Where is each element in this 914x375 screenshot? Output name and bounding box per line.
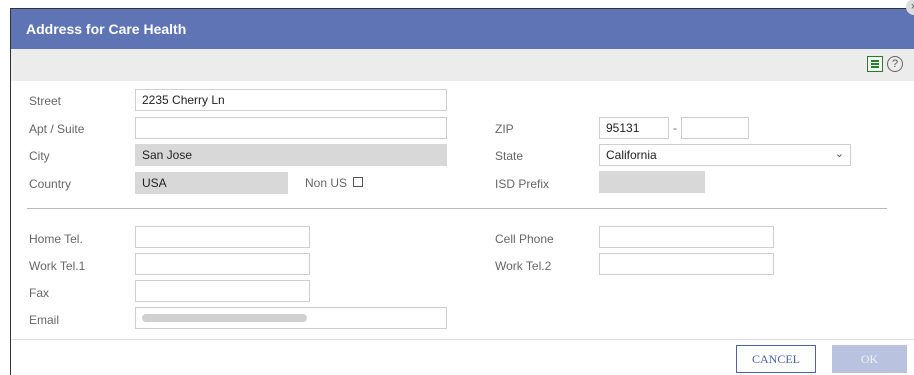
country-input: USA (135, 172, 288, 194)
isd-prefix-label: ISD Prefix (495, 177, 550, 191)
isd-prefix-input (599, 171, 705, 193)
home-tel-input[interactable] (135, 226, 310, 248)
dialog-header: Address for Care Health × (11, 0, 914, 49)
apt-suite-input[interactable] (135, 117, 447, 139)
zip-label: ZIP (495, 122, 514, 136)
zip-extension-input[interactable] (681, 117, 749, 139)
non-us-checkbox[interactable] (353, 177, 363, 187)
email-input[interactable] (135, 307, 447, 329)
redacted-email (142, 314, 307, 322)
city-label: City (29, 149, 50, 163)
apt-suite-label: Apt / Suite (29, 122, 85, 136)
dialog-title: Address for Care Health (26, 21, 187, 37)
chevron-down-icon: ⌄ (834, 148, 844, 160)
zip-input[interactable]: 95131 (599, 117, 669, 139)
dialog-toolbar: ? (11, 49, 914, 81)
work-tel1-input[interactable] (135, 253, 310, 275)
non-us-label: Non US (305, 176, 348, 190)
city-input: San Jose (135, 144, 447, 166)
zip-separator: - (673, 121, 677, 135)
work-tel1-label: Work Tel.1 (29, 259, 86, 273)
field-settings-icon[interactable] (867, 56, 883, 72)
section-divider (27, 208, 887, 209)
cancel-button[interactable]: CANCEL (736, 345, 816, 373)
state-select[interactable]: California ⌄ (599, 144, 851, 166)
address-dialog: Address for Care Health × ? Street 2235 … (10, 0, 914, 375)
close-icon[interactable]: × (906, 0, 914, 15)
email-label: Email (29, 313, 60, 327)
home-tel-label: Home Tel. (29, 232, 83, 246)
cell-phone-input[interactable] (599, 226, 774, 248)
fax-label: Fax (29, 286, 50, 300)
street-input[interactable]: 2235 Cherry Ln (135, 89, 447, 111)
fax-input[interactable] (135, 280, 310, 302)
cell-phone-label: Cell Phone (495, 232, 554, 246)
footer-divider (11, 339, 914, 340)
street-label: Street (29, 94, 62, 108)
work-tel2-input[interactable] (599, 253, 774, 275)
state-select-value: California (606, 148, 657, 162)
work-tel2-label: Work Tel.2 (495, 259, 552, 273)
country-label: Country (29, 177, 72, 191)
ok-button[interactable]: OK (832, 345, 907, 373)
state-label: State (495, 149, 524, 163)
help-icon[interactable]: ? (887, 56, 903, 72)
